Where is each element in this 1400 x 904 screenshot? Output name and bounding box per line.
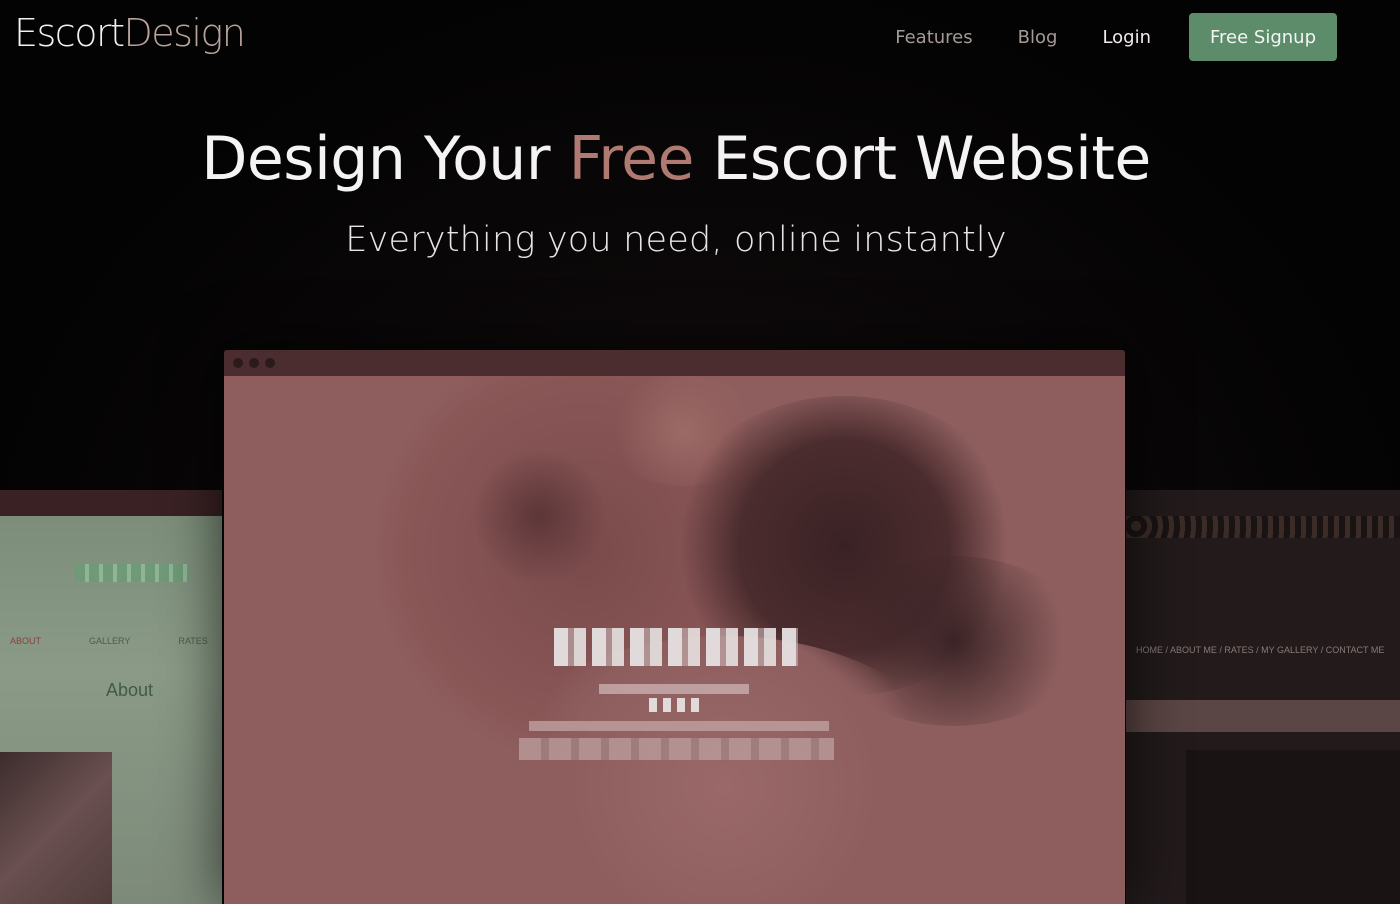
headline-part-2: Escort Website bbox=[693, 124, 1151, 194]
window-dot-icon bbox=[233, 358, 243, 368]
preview-right-panel bbox=[1186, 750, 1400, 904]
top-nav: Features Blog Login Free Signup bbox=[850, 13, 1337, 61]
hero-subheadline: Everything you need, online instantly bbox=[345, 220, 1007, 260]
window-dot-icon bbox=[249, 358, 259, 368]
headline-accent-word: Free bbox=[568, 124, 695, 194]
preview-left-nav-rates: RATES bbox=[178, 636, 208, 646]
preview-left-nav: ABOUT GALLERY RATES bbox=[10, 636, 222, 646]
browser-chrome bbox=[224, 350, 1125, 376]
mockup-hero-image bbox=[224, 376, 1125, 904]
preview-left-section-title: About bbox=[106, 680, 154, 700]
free-signup-button[interactable]: Free Signup bbox=[1189, 13, 1337, 61]
nav-link-login[interactable]: Login bbox=[1102, 27, 1151, 48]
site-logo[interactable]: EscortDesign bbox=[14, 8, 246, 58]
pixelated-title bbox=[554, 628, 798, 666]
template-preview-right: HOME / ABOUT ME / RATES / MY GALLERY / C… bbox=[1126, 490, 1400, 904]
pixelated-subtitle bbox=[649, 698, 704, 712]
preview-left-titlebar bbox=[0, 490, 222, 516]
template-preview-left: ABOUT GALLERY RATES About bbox=[0, 490, 222, 904]
preview-right-banner bbox=[1126, 700, 1400, 732]
nav-link-blog[interactable]: Blog bbox=[1018, 27, 1058, 48]
preview-right-pattern-band bbox=[1126, 516, 1400, 538]
image-blur-region bbox=[474, 446, 604, 586]
preview-right-nav: HOME / ABOUT ME / RATES / MY GALLERY / C… bbox=[1136, 645, 1385, 655]
preview-left-body: ABOUT GALLERY RATES About bbox=[0, 516, 222, 904]
preview-left-nav-gallery: GALLERY bbox=[89, 636, 131, 646]
preview-left-nav-about: ABOUT bbox=[10, 636, 42, 646]
logo-word-escort: Escort bbox=[14, 11, 125, 55]
pixelated-text-line bbox=[519, 738, 834, 760]
headline-part-1: Design Your bbox=[201, 124, 569, 194]
nav-link-features[interactable]: Features bbox=[895, 27, 972, 48]
preview-left-brand-blur bbox=[75, 564, 190, 582]
landing-page: EscortDesign Features Blog Login Free Si… bbox=[0, 0, 1400, 904]
browser-mockup bbox=[224, 350, 1125, 904]
logo-word-design: Design bbox=[123, 11, 245, 55]
window-dot-icon bbox=[265, 358, 275, 368]
preview-left-photo bbox=[0, 752, 112, 904]
pixelated-subtitle bbox=[599, 684, 749, 694]
pixelated-text-line bbox=[529, 721, 829, 731]
hero-headline: Design Your Free Escort Website bbox=[0, 124, 1352, 194]
